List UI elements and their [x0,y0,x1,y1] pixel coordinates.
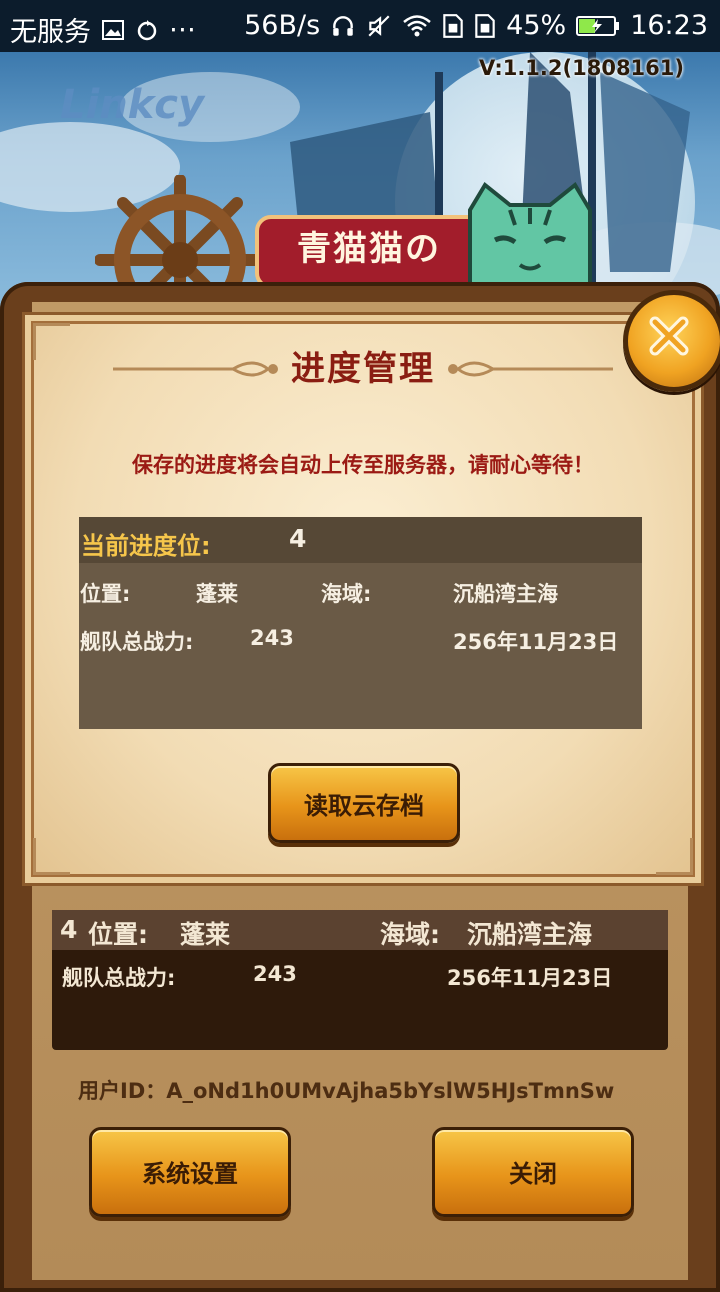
dialog-close-button[interactable] [623,290,720,392]
save-slot-number: 4 [60,915,78,944]
game-title-banner: 青猫猫の [255,215,483,289]
load-cloud-save-label: 读取云存档 [304,792,424,820]
wifi-icon [402,13,432,39]
game-logo-fragment: Linkcy [60,82,205,128]
save-slot-date: 256年11月23日 [447,966,613,990]
version-label: V:1.1.2(1808161) [479,56,684,80]
current-progress-panel: 当前进度位: 4 位置: 蓬莱 海域: 沉船湾主海 舰队总战力: 243 256… [79,517,642,729]
save-slot-power-value: 243 [253,962,297,986]
sim2-icon [474,13,496,39]
sync-icon [135,18,159,42]
sea-value: 沉船湾主海 [453,582,558,606]
current-slot-label: 当前进度位: [81,532,211,560]
close-menu-label: 关闭 [509,1160,557,1188]
save-slot-location-label: 位置: [88,920,148,949]
mute-icon [366,13,392,39]
user-id-label: 用户ID：A_oNd1h0UMvAjha5bYslW5HJsTmnSw [78,1079,615,1103]
net-speed: 56B/s [244,10,321,41]
location-label: 位置: [80,582,131,606]
headphones-icon [330,13,356,39]
fleet-power-label: 舰队总战力: [80,630,194,654]
clock: 16:23 [630,10,708,41]
more-icon: ⋯ [169,14,196,45]
save-slot-sea-label: 海域: [380,920,440,949]
carrier-text: 无服务 [10,17,91,48]
close-icon [649,316,689,356]
image-icon [101,18,125,42]
battery-percent: 45% [506,10,567,41]
save-slot-power-label: 舰队总战力: [62,966,176,990]
upload-notice: 保存的进度将会自动上传至服务器，请耐心等待！ [132,453,594,477]
save-slot-location-value: 蓬莱 [180,920,231,949]
sea-label: 海域: [321,582,372,606]
sim1-icon [442,13,464,39]
current-slot-value: 4 [289,524,307,553]
system-settings-label: 系统设置 [142,1160,238,1188]
battery-icon [576,14,620,38]
load-cloud-save-button[interactable]: 读取云存档 [268,763,460,843]
progress-management-dialog: 进度管理 保存的进度将会自动上传至服务器，请耐心等待！ 当前进度位: 4 位置:… [22,312,704,886]
system-settings-button[interactable]: 系统设置 [89,1127,291,1217]
save-slot-sea-value: 沉船湾主海 [467,920,593,949]
fleet-power-value: 243 [250,626,294,650]
title-ornament-right [448,361,613,377]
save-date: 256年11月23日 [453,630,619,654]
status-bar: 无服务 ⋯ 56B/s 45% 16:23 [0,0,720,52]
close-menu-button[interactable]: 关闭 [432,1127,634,1217]
location-value: 蓬莱 [196,582,238,606]
